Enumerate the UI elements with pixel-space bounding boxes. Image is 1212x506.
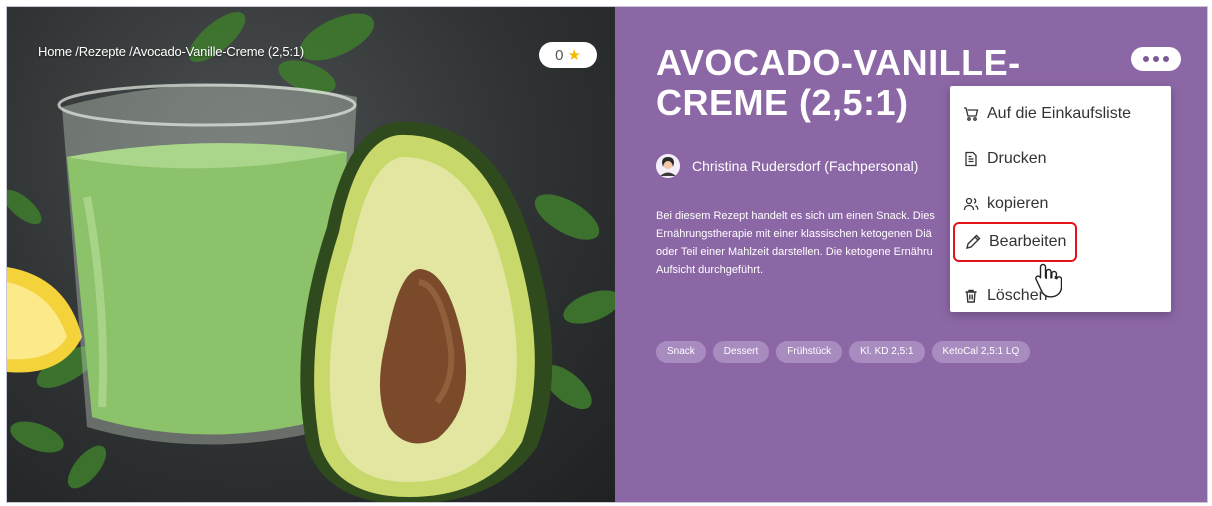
description-line: Bei diesem Rezept handelt es sich um ein… (656, 210, 935, 222)
breadcrumb-current: Avocado-Vanille-Creme (2,5:1) (132, 44, 305, 59)
menu-item-label: Drucken (987, 150, 1047, 167)
tag-snack[interactable]: Snack (656, 341, 706, 363)
recipe-title-line1: AVOCADO-VANILLE- (656, 42, 1021, 83)
more-options-button[interactable] (1131, 47, 1181, 71)
breadcrumb: Home / Rezepte / Avocado-Vanille-Creme (… (38, 44, 304, 59)
avatar (656, 154, 680, 178)
menu-item-print[interactable]: Drucken (950, 143, 1171, 175)
description-line: oder Teil einer Mahlzeit darstellen. Die… (656, 246, 933, 258)
menu-item-shopping-list[interactable]: Auf die Einkaufsliste (950, 98, 1171, 130)
trash-icon (963, 288, 979, 304)
pencil-icon (965, 234, 981, 250)
cart-icon (963, 106, 979, 122)
menu-item-label: Bearbeiten (989, 233, 1067, 250)
users-icon (963, 196, 979, 212)
menu-item-label: Auf die Einkaufsliste (987, 105, 1132, 122)
author-name: Christina Rudersdorf (Fachpersonal) (692, 158, 919, 174)
description-line: Ernährungstherapie mit einer klassischen… (656, 228, 932, 240)
breadcrumb-home[interactable]: Home / (38, 44, 79, 59)
recipe-photo-illustration (7, 12, 615, 502)
more-dot-icon (1143, 56, 1149, 62)
menu-item-copy[interactable]: kopieren (950, 188, 1171, 220)
tag-kl-kd[interactable]: Kl. KD 2,5:1 (849, 341, 925, 363)
recipe-description: Bei diesem Rezept handelt es sich um ein… (656, 207, 956, 279)
document-icon (963, 151, 979, 167)
menu-item-label: kopieren (987, 195, 1049, 212)
description-line: Aufsicht durchgeführt. (656, 264, 764, 276)
star-icon: ★ (567, 46, 581, 64)
tag-fruehstueck[interactable]: Frühstück (776, 341, 843, 363)
recipe-image: Home / Rezepte / Avocado-Vanille-Creme (… (7, 7, 615, 502)
breadcrumb-recipes[interactable]: Rezepte / (79, 44, 133, 59)
hand-pointer-cursor-icon (1034, 262, 1063, 303)
menu-item-edit[interactable]: Bearbeiten (953, 222, 1077, 262)
tag-ketocal[interactable]: KetoCal 2,5:1 LQ (931, 341, 1031, 363)
more-dot-icon (1153, 56, 1159, 62)
tag-list: Snack Dessert Frühstück Kl. KD 2,5:1 Ket… (656, 341, 1031, 363)
tag-dessert[interactable]: Dessert (712, 341, 770, 363)
more-dot-icon (1163, 56, 1169, 62)
rating-badge[interactable]: 0 ★ (539, 42, 597, 68)
recipe-title-line2: CREME (2,5:1) (656, 82, 909, 123)
author[interactable]: Christina Rudersdorf (Fachpersonal) (656, 154, 918, 178)
rating-count: 0 (555, 46, 564, 64)
